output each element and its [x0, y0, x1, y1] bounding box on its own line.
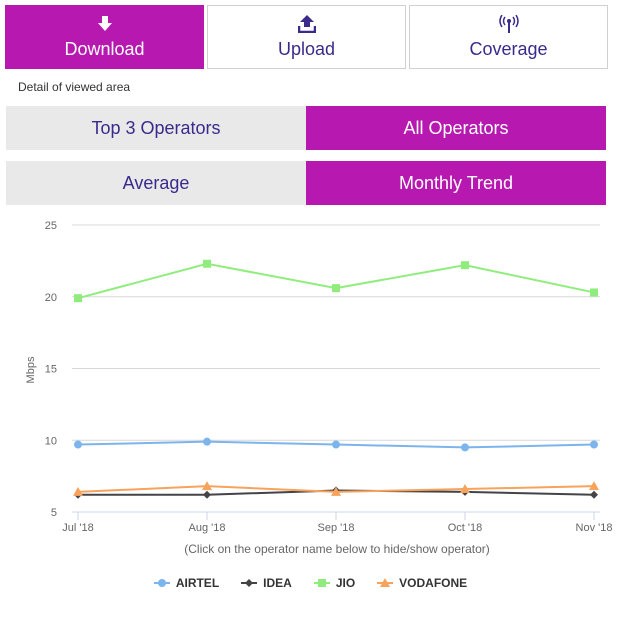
download-arrow-icon — [97, 15, 112, 33]
series-group — [73, 259, 599, 499]
legend-item-idea[interactable]: IDEA — [241, 576, 292, 590]
series-airtel — [74, 437, 598, 452]
grid — [72, 224, 600, 441]
y-tick-label: 15 — [45, 364, 57, 376]
chart-note: (Click on the operator name below to hid… — [184, 542, 490, 556]
tab-upload[interactable]: Upload — [207, 5, 406, 69]
data-point — [461, 261, 469, 270]
legend-label: AIRTEL — [175, 576, 220, 590]
data-point — [590, 490, 598, 499]
circle-marker-icon — [153, 579, 170, 587]
signal-tower-icon — [498, 14, 519, 33]
y-axis-label: Mbps — [25, 356, 37, 383]
x-tick-label: Oct '18 — [448, 522, 483, 534]
metric-tabs: Download Upload Coverage — [5, 5, 608, 69]
triangle-marker-icon — [377, 578, 394, 587]
data-point — [590, 440, 598, 449]
legend-item-airtel[interactable]: AIRTEL — [153, 576, 220, 590]
legend-item-jio[interactable]: JIO — [313, 576, 356, 590]
all-operators-button[interactable]: All Operators — [306, 106, 606, 150]
x-tick-label: Jul '18 — [62, 522, 93, 534]
legend-item-vodafone[interactable]: VODAFONE — [377, 576, 467, 590]
monthly-trend-button[interactable]: Monthly Trend — [306, 161, 606, 205]
tab-label: Upload — [277, 38, 336, 59]
view-toggle: Average Monthly Trend — [6, 161, 606, 205]
x-axis: Jul '18 Aug '18 Sep '18 Oct '18 Nov '18 — [62, 511, 613, 534]
data-point — [332, 440, 340, 449]
data-point — [245, 579, 254, 587]
tab-download[interactable]: Download — [5, 5, 204, 69]
data-point — [74, 440, 82, 449]
data-point — [590, 288, 598, 297]
data-point — [203, 259, 211, 268]
data-point — [157, 579, 166, 587]
tab-label: Coverage — [469, 38, 548, 59]
legend-label: VODAFONE — [399, 576, 468, 590]
y-axis-ticks: 5 10 15 20 25 — [45, 220, 57, 519]
legend-label: JIO — [335, 576, 356, 590]
upload-icon — [297, 14, 316, 33]
y-tick-label: 5 — [51, 507, 57, 519]
series-line — [77, 262, 595, 300]
x-tick-label: Nov '18 — [576, 522, 613, 534]
x-tick-label: Aug '18 — [189, 522, 226, 534]
y-tick-label: 10 — [45, 435, 57, 447]
y-tick-label: 25 — [45, 220, 57, 232]
y-tick-label: 20 — [45, 292, 57, 304]
data-point — [332, 284, 340, 293]
section-subtitle: Detail of viewed area — [18, 80, 131, 94]
data-point — [317, 579, 326, 587]
top-3-operators-button[interactable]: Top 3 Operators — [6, 106, 306, 150]
tab-label: Download — [64, 38, 145, 59]
tab-coverage[interactable]: Coverage — [409, 5, 608, 69]
x-tick-label: Sep '18 — [318, 522, 355, 534]
legend-label: IDEA — [263, 576, 292, 590]
diamond-marker-icon — [241, 579, 258, 587]
data-point — [203, 490, 211, 499]
data-point — [74, 294, 82, 303]
line-chart: 5 10 15 20 25 Mbps Jul '18 Aug '18 Sep '18 Oct … — [25, 220, 613, 556]
average-button[interactable]: Average — [6, 161, 306, 205]
data-point — [203, 437, 211, 446]
square-marker-icon — [313, 579, 330, 587]
chart-legend: AIRTEL IDEA JIO VODAFONE — [0, 576, 621, 590]
operator-toggle: Top 3 Operators All Operators — [6, 106, 606, 150]
data-point — [461, 443, 469, 452]
series-jio — [74, 259, 598, 303]
